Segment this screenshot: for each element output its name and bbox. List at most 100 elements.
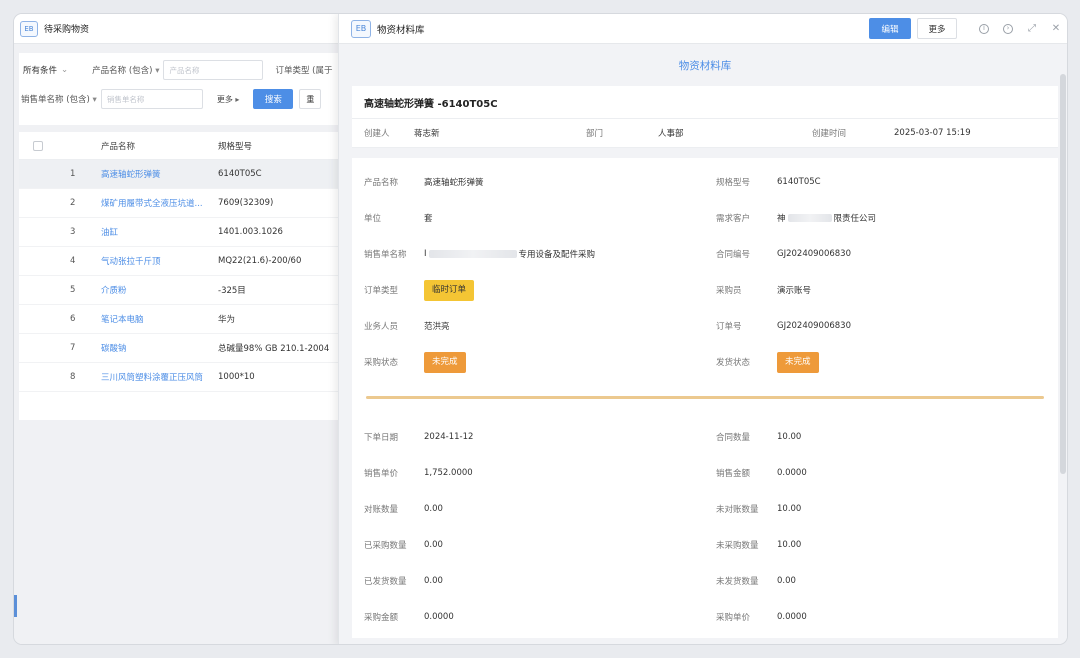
app-frame: EB 待采购物资 所有条件 ⌄ 产品名称 (包含) ▾ 产品名称 订单类型 (属… (13, 13, 1068, 645)
contract-qty-label: 合同数量 (716, 433, 751, 443)
chevron-down-icon: ⌄ (61, 65, 69, 75)
customer-label: 需求客户 (716, 214, 751, 224)
order-date-value: 2024-11-12 (424, 432, 474, 442)
shipped-qty-value: 0.00 (424, 576, 443, 586)
table-row[interactable]: 7碳酸钠总碱量98% GB 210.1-2004临时 (19, 334, 349, 363)
search-button[interactable]: 搜索 (253, 89, 294, 109)
creator-label: 创建人 (364, 129, 390, 139)
close-icon[interactable]: ✕ (1049, 22, 1063, 36)
unit-value: 套 (424, 214, 433, 224)
buyer-value: 演示账号 (777, 286, 812, 296)
sale-amount-label: 销售金额 (716, 469, 751, 479)
row-product-name[interactable]: 笔记本电脑 (93, 313, 218, 325)
row-product-name[interactable]: 气动张拉千斤顶 (93, 255, 218, 267)
filter-panel: 所有条件 ⌄ 产品名称 (包含) ▾ 产品名称 订单类型 (属于 销售单名称 (… (19, 53, 349, 125)
sales-name-input[interactable]: 销售单名称 (100, 89, 203, 109)
info-icon[interactable]: i (977, 22, 991, 36)
table-row[interactable]: 5介质粉-325目正常 (19, 276, 349, 305)
sale-price-label: 销售单价 (364, 469, 399, 479)
table-row[interactable]: 6笔记本电脑华为临时 (19, 305, 349, 334)
section-divider (366, 396, 1044, 399)
purchased-qty-label: 已采购数量 (364, 541, 407, 551)
unshipped-qty-label: 未发货数量 (716, 577, 759, 587)
select-all-checkbox[interactable] (32, 140, 43, 151)
app-logo: EB (20, 20, 38, 37)
product-name-label: 产品名称 (364, 178, 399, 188)
purchase-list-window: EB 待采购物资 所有条件 ⌄ 产品名称 (包含) ▾ 产品名称 订单类型 (属… (14, 14, 354, 644)
row-product-name[interactable]: 介质粉 (93, 284, 218, 296)
created-value: 2025-03-07 15:19 (894, 128, 971, 138)
contract-no-label: 合同编号 (716, 250, 751, 260)
row-number: 3 (70, 227, 76, 237)
shipped-qty-label: 已发货数量 (364, 577, 407, 587)
table-row[interactable]: 1高速轴蛇形弹簧6140T05C临时 (19, 160, 349, 189)
sale-amount-value: 0.0000 (777, 468, 807, 478)
row-product-name[interactable]: 油缸 (93, 226, 218, 238)
sales-name-filter-label[interactable]: 销售单名称 (包含) ▾ (21, 93, 97, 105)
unpurchased-qty-label: 未采购数量 (716, 541, 759, 551)
table-header: 产品名称 规格型号 订单类 (19, 130, 349, 164)
sales-name-label: 销售单名称 (364, 250, 407, 260)
row-spec: 1000*10 (218, 372, 255, 382)
row-number: 5 (70, 285, 76, 295)
row-product-name[interactable]: 高速轴蛇形弹簧 (93, 168, 218, 180)
row-number: 4 (70, 256, 76, 266)
detail-content: 物资材料库 高速轴蛇形弹簧 -6140T05C 创建人 蒋志新 部门 人事部 创… (352, 54, 1058, 644)
purchase-price-label: 采购单价 (716, 613, 751, 623)
redacted-text (787, 214, 832, 222)
purchase-amount-value: 0.0000 (424, 612, 454, 622)
table-row[interactable]: 2煤矿用履带式全液压坑道...7609(32309)临时 (19, 189, 349, 218)
row-product-name[interactable]: 碳酸钠 (93, 342, 218, 354)
buyer-label: 采购员 (716, 286, 742, 296)
unshipped-qty-value: 0.00 (777, 576, 796, 586)
purchase-table: 产品名称 规格型号 订单类 1高速轴蛇形弹簧6140T05C临时 2 煤矿用履带式全… (19, 130, 349, 420)
purchase-status-badge: 未完成 (424, 351, 466, 373)
order-type-filter-label[interactable]: 订单类型 (属于 (275, 64, 332, 76)
order-type-label: 订单类型 (364, 286, 399, 296)
app-logo: EB (351, 19, 371, 38)
material-detail-panel: EB 物资材料库 编辑 更多 i › ⤢ ✕ 物资材料库 高速轴蛇形弹簧 -61… (338, 14, 1067, 644)
row-number: 6 (70, 314, 76, 324)
basic-fields: 产品名称 高速轴蛇形弹簧 规格型号 6140T05C 单位 套 需求客户 神限责… (352, 164, 1058, 380)
more-filters-button[interactable]: 更多 ▸ (217, 94, 240, 105)
caret-right-icon: ▸ (235, 94, 240, 104)
spec-value: 6140T05C (777, 177, 821, 187)
recon-qty-value: 0.00 (424, 504, 443, 514)
order-no-value: GJ202409006830 (777, 321, 851, 331)
product-name-value: 高速轴蛇形弹簧 (424, 178, 484, 188)
ship-status-badge: 未完成 (777, 351, 819, 373)
dept-value: 人事部 (658, 129, 684, 139)
ship-status-label: 发货状态 (716, 358, 751, 368)
product-name-filter-label[interactable]: 产品名称 (包含) ▾ (92, 64, 159, 76)
list-title: 待采购物资 (44, 25, 90, 35)
row-number: 2 (70, 198, 76, 208)
row-product-name[interactable]: 煤矿用履带式全液压坑道... (93, 197, 218, 209)
all-conditions-select[interactable]: 所有条件 ⌄ (19, 60, 72, 80)
reset-button[interactable]: 重 (299, 89, 322, 109)
table-row[interactable]: 4气动张拉千斤顶MQ22(21.6)-200/60临时 (19, 247, 349, 276)
row-spec: 总碱量98% GB 210.1-2004 (218, 344, 330, 354)
salesman-value: 范洪亮 (424, 322, 450, 332)
table-row[interactable]: 3油缸1401.003.1026临时 (19, 218, 349, 247)
col-product-name[interactable]: 产品名称 (93, 140, 218, 152)
creator-value: 蒋志新 (414, 129, 440, 139)
table-row[interactable]: 8三川风筒塑料涂覆正压风筒1000*10正常 (19, 363, 349, 392)
col-spec[interactable]: 规格型号 (218, 140, 346, 152)
detail-body: 产品名称 高速轴蛇形弹簧 规格型号 6140T05C 单位 套 需求客户 神限责… (352, 158, 1058, 638)
scrollbar[interactable] (1060, 74, 1066, 474)
row-number: 7 (70, 343, 76, 353)
all-conditions-label: 所有条件 (23, 66, 58, 76)
side-drawer-handle[interactable] (14, 595, 17, 617)
expand-icon[interactable]: ⤢ (1025, 22, 1039, 36)
order-type-badge: 临时订单 (424, 279, 475, 301)
order-date-label: 下单日期 (364, 433, 399, 443)
edit-button[interactable]: 编辑 (869, 18, 911, 39)
unit-label: 单位 (364, 214, 382, 224)
play-icon[interactable]: › (1001, 22, 1015, 36)
more-button[interactable]: 更多 (917, 18, 957, 39)
product-name-input[interactable]: 产品名称 (163, 60, 264, 80)
row-product-name[interactable]: 三川风筒塑料涂覆正压风筒 (93, 371, 218, 383)
row-spec: 1401.003.1026 (218, 227, 283, 237)
purchased-qty-value: 0.00 (424, 540, 443, 550)
unpurchased-qty-value: 10.00 (777, 540, 802, 550)
